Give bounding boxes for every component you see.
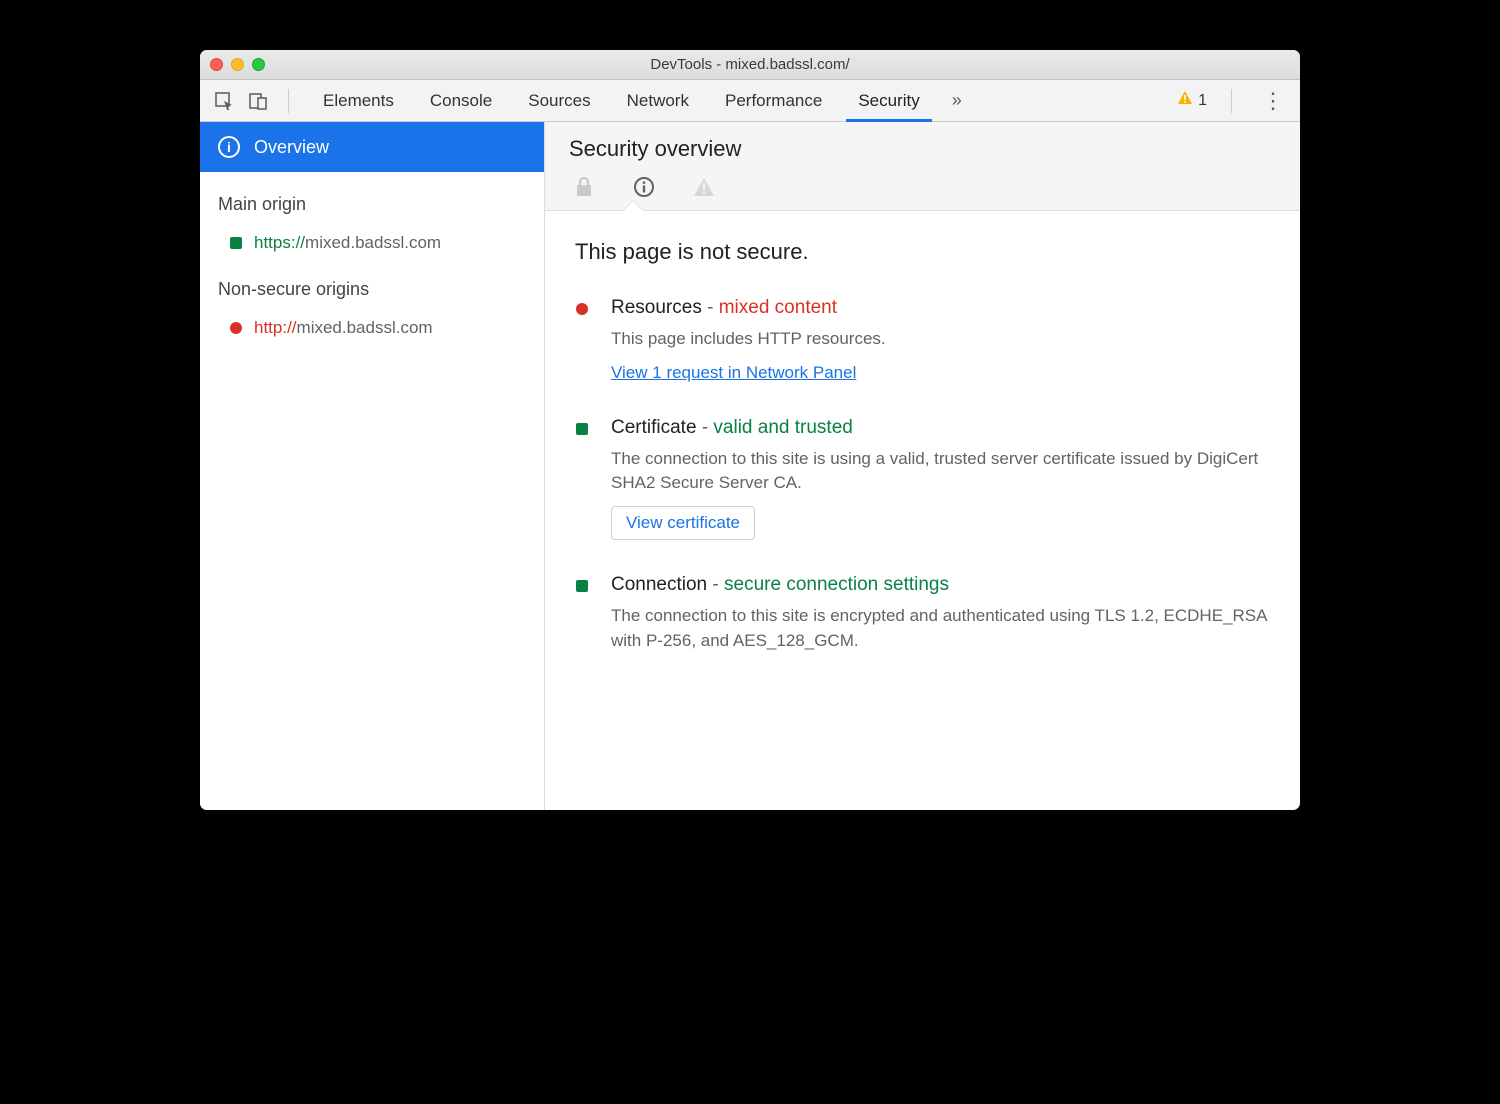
block-description: The connection to this site is using a v… (611, 447, 1270, 496)
sidebar-section-nonsecure-origins: Non-secure origins http://mixed.badssl.c… (200, 257, 544, 342)
security-block-resources: Resources - mixed content This page incl… (575, 297, 1270, 383)
block-status: secure connection settings (724, 574, 949, 595)
devtools-toolbar: Elements Console Sources Network Perform… (200, 80, 1300, 122)
tab-elements[interactable]: Elements (305, 80, 412, 121)
security-content: This page is not secure. Resources - mix… (545, 211, 1300, 810)
insecure-circle-icon (576, 303, 588, 315)
security-main: Security overview This page is not secur… (545, 122, 1300, 810)
block-title: Resources - mixed content (611, 297, 1270, 319)
device-toolbar-icon[interactable] (244, 87, 272, 115)
origin-item[interactable]: https://mixed.badssl.com (218, 229, 526, 257)
block-label: Resources (611, 297, 702, 318)
security-block-certificate: Certificate - valid and trusted The conn… (575, 417, 1270, 540)
origin-host: mixed.badssl.com (297, 318, 433, 337)
security-state-icons (569, 176, 1276, 210)
block-body: Connection - secure connection settings … (611, 574, 1270, 663)
devtools-window: DevTools - mixed.badssl.com/ Elements Co… (200, 50, 1300, 810)
block-description: The connection to this site is encrypted… (611, 604, 1270, 653)
titlebar: DevTools - mixed.badssl.com/ (200, 50, 1300, 80)
warning-icon (1177, 90, 1193, 111)
main-title: Security overview (569, 136, 1276, 162)
traffic-lights (210, 58, 265, 71)
security-block-connection: Connection - secure connection settings … (575, 574, 1270, 663)
toolbar-separator (288, 89, 289, 113)
block-title: Certificate - valid and trusted (611, 417, 1270, 439)
block-marker (575, 297, 589, 383)
view-requests-link[interactable]: View 1 request in Network Panel (611, 363, 856, 382)
sidebar-section-main-origin: Main origin https://mixed.badssl.com (200, 172, 544, 257)
minimize-window-button[interactable] (231, 58, 244, 71)
security-sidebar: i Overview Main origin https://mixed.bad… (200, 122, 545, 810)
block-description: This page includes HTTP resources. (611, 327, 1270, 352)
info-icon: i (218, 136, 240, 158)
block-title: Connection - secure connection settings (611, 574, 1270, 596)
warnings-badge[interactable]: 1 (1177, 90, 1207, 111)
tab-performance[interactable]: Performance (707, 80, 840, 121)
panel-tabs: Elements Console Sources Network Perform… (305, 80, 970, 121)
block-marker (575, 574, 589, 663)
toolbar-right: 1 ⋮ (1177, 88, 1290, 114)
block-label: Connection (611, 574, 707, 595)
sidebar-overview[interactable]: i Overview (200, 122, 544, 172)
secure-square-icon (576, 423, 588, 435)
window-title: DevTools - mixed.badssl.com/ (200, 56, 1300, 73)
origin-scheme: http:// (254, 318, 297, 337)
origin-item[interactable]: http://mixed.badssl.com (218, 314, 526, 342)
close-window-button[interactable] (210, 58, 223, 71)
view-certificate-button[interactable]: View certificate (611, 506, 755, 540)
tab-sources[interactable]: Sources (510, 80, 608, 121)
insecure-circle-icon (230, 322, 242, 334)
block-status: valid and trusted (713, 417, 852, 438)
section-heading: Non-secure origins (218, 279, 526, 300)
overview-label: Overview (254, 137, 329, 158)
tab-console[interactable]: Console (412, 80, 510, 121)
block-label: Certificate (611, 417, 697, 438)
page-security-status: This page is not secure. (575, 239, 1270, 265)
inspect-element-icon[interactable] (210, 87, 238, 115)
block-status: mixed content (719, 297, 837, 318)
origin-url: https://mixed.badssl.com (254, 233, 441, 253)
secure-square-icon (230, 237, 242, 249)
tab-security[interactable]: Security (840, 80, 937, 121)
warnings-count: 1 (1198, 92, 1207, 110)
origin-scheme: https:// (254, 233, 305, 252)
section-heading: Main origin (218, 194, 526, 215)
zoom-window-button[interactable] (252, 58, 265, 71)
main-header: Security overview (545, 122, 1300, 211)
tabs-overflow-button[interactable]: » (944, 90, 970, 111)
lock-icon (572, 176, 596, 198)
block-marker (575, 417, 589, 540)
info-circle-icon (632, 176, 656, 198)
panel-body: i Overview Main origin https://mixed.bad… (200, 122, 1300, 810)
toolbar-separator (1231, 89, 1232, 113)
secure-square-icon (576, 580, 588, 592)
block-body: Certificate - valid and trusted The conn… (611, 417, 1270, 540)
origin-host: mixed.badssl.com (305, 233, 441, 252)
origin-url: http://mixed.badssl.com (254, 318, 433, 338)
header-arrow-notch (623, 201, 643, 211)
warning-triangle-icon (692, 176, 716, 198)
block-body: Resources - mixed content This page incl… (611, 297, 1270, 383)
tab-network[interactable]: Network (609, 80, 707, 121)
more-options-icon[interactable]: ⋮ (1256, 88, 1290, 114)
